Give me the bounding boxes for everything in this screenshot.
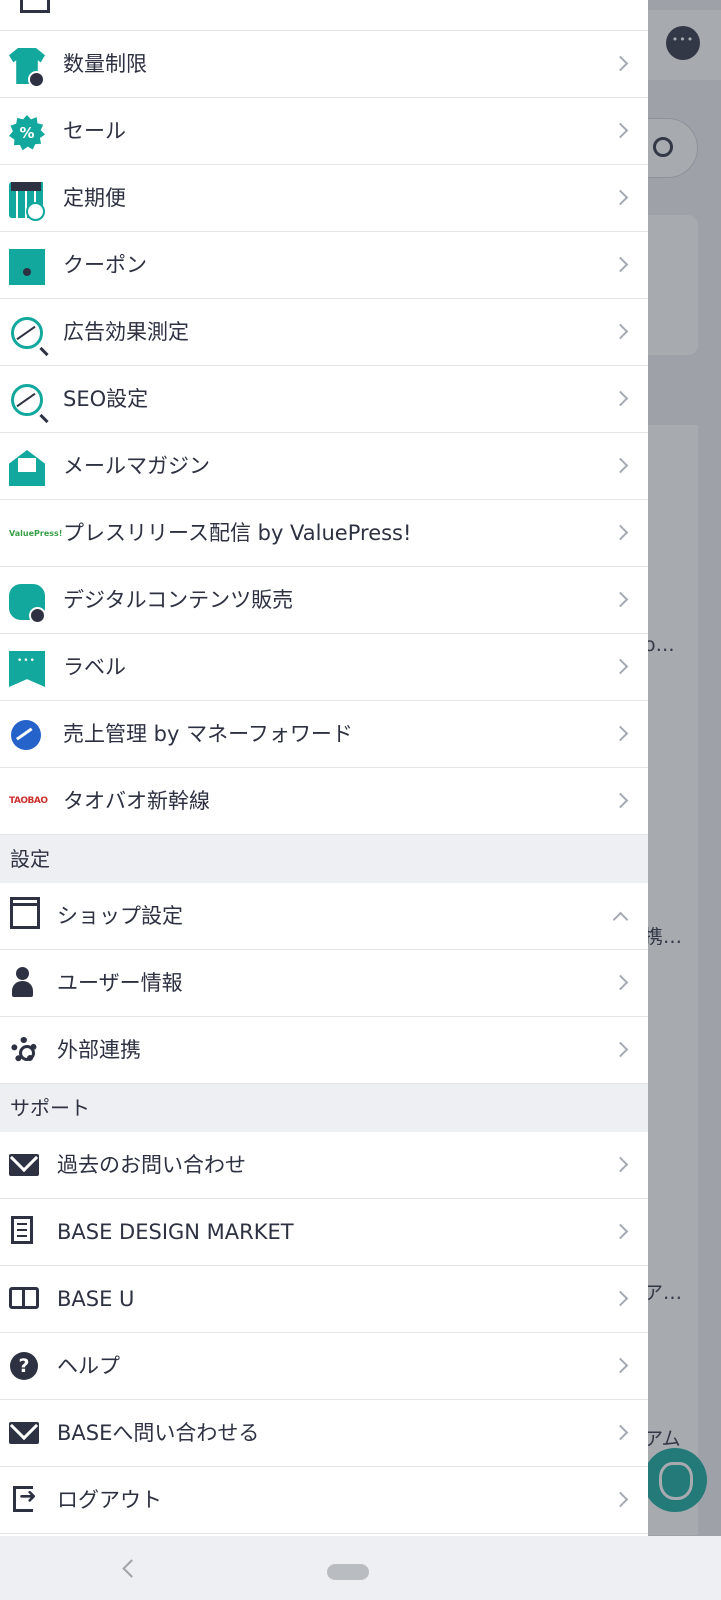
menu-item-external-integration[interactable]: 外部連携: [0, 1017, 648, 1084]
drawer-top-row[interactable]: [0, 0, 648, 31]
chevron-right-icon: [612, 1290, 629, 1307]
chevron-right-icon: [612, 1156, 629, 1173]
menu-item-shop-settings[interactable]: ショップ設定: [0, 883, 648, 950]
menu-item-quantity-limit[interactable]: 数量制限: [0, 31, 648, 98]
chevron-right-icon: [612, 1041, 629, 1058]
menu-item-past-inquiries[interactable]: 過去のお問い合わせ: [0, 1132, 648, 1199]
book-icon: [9, 1287, 39, 1309]
menu-item-label: ショップ設定: [57, 904, 183, 928]
chevron-up-icon: [612, 911, 629, 928]
chevron-right-icon: [612, 658, 629, 675]
chevron-right-icon: [612, 457, 629, 474]
badge-icon: [28, 71, 45, 88]
menu-item-label: BASE U: [57, 1287, 135, 1311]
user-icon: [16, 967, 29, 980]
store-icon: [10, 897, 40, 929]
user-icon-body: [12, 981, 33, 997]
gear-icon: [11, 1037, 37, 1063]
envelope-icon: [9, 1422, 39, 1444]
chevron-right-icon: [612, 323, 629, 340]
menu-item-label: SEO設定: [63, 387, 149, 411]
menu-item-label: 数量制限: [63, 52, 147, 76]
letter-paper: [18, 458, 36, 472]
menu-item-taobao[interactable]: TAOBAO タオバオ新幹線: [0, 768, 648, 835]
menu-item-seo[interactable]: SEO設定: [0, 366, 648, 433]
valuepress-logo: ValuePress!: [9, 529, 63, 538]
menu-item-label: 定期便: [63, 186, 126, 210]
logout-icon: [13, 1484, 37, 1512]
home-button[interactable]: [327, 1564, 369, 1580]
chevron-right-icon: [612, 256, 629, 273]
coupon-icon: [9, 249, 45, 285]
menu-item-press-release[interactable]: ValuePress! プレスリリース配信 by ValuePress!: [0, 500, 648, 567]
chevron-right-icon: [612, 1491, 629, 1508]
menu-item-label: ログアウト: [57, 1488, 162, 1512]
menu-item-label: プレスリリース配信 by ValuePress!: [63, 521, 412, 545]
section-title: 設定: [10, 847, 50, 871]
menu-item-label: 広告効果測定: [63, 320, 189, 344]
chevron-right-icon: [612, 55, 629, 72]
menu-item-sale[interactable]: % セール: [0, 98, 648, 165]
menu-item-label: タオバオ新幹線: [63, 789, 210, 813]
chevron-right-icon: [612, 1223, 629, 1240]
chevron-right-icon: [612, 524, 629, 541]
repeat-icon: [26, 202, 45, 221]
moneyforward-logo: [11, 720, 41, 750]
chevron-right-icon: [612, 189, 629, 206]
taobao-logo: TAOBAO: [9, 796, 48, 806]
percent-glyph: %: [19, 124, 35, 142]
menu-item-label: BASEへ問い合わせる: [57, 1421, 260, 1445]
coupon-dot: [23, 268, 31, 276]
section-header-support: サポート: [0, 1084, 648, 1132]
flag-dots: •••: [17, 656, 36, 666]
menu-item-label: デジタルコンテンツ販売: [63, 588, 294, 612]
chevron-right-icon: [612, 1357, 629, 1374]
chevron-right-icon: [612, 974, 629, 991]
chevron-right-icon: [612, 591, 629, 608]
menu-item-base-u[interactable]: BASE U: [0, 1266, 648, 1333]
chevron-right-icon: [612, 725, 629, 742]
menu-item-label-app[interactable]: ••• ラベル: [0, 634, 648, 701]
menu-item-label: クーポン: [63, 253, 147, 277]
menu-item-label: BASE DESIGN MARKET: [57, 1220, 294, 1244]
partial-icon: [20, 0, 50, 13]
menu-item-logout[interactable]: ログアウト: [0, 1467, 648, 1534]
chevron-right-icon: [612, 122, 629, 139]
menu-item-label: ラベル: [63, 655, 126, 679]
document-icon: [11, 1216, 33, 1244]
calendar-header: [11, 182, 41, 191]
chevron-right-icon: [612, 1424, 629, 1441]
navigation-drawer: 数量制限 % セール 定期便 クーポン 広告効果測定 SEO設定 メールマガジン: [0, 0, 648, 1536]
help-icon: ?: [10, 1352, 38, 1380]
menu-item-digital-content[interactable]: デジタルコンテンツ販売: [0, 567, 648, 634]
envelope-icon: [9, 1154, 39, 1176]
menu-item-design-market[interactable]: BASE DESIGN MARKET: [0, 1199, 648, 1266]
download-badge-icon: [29, 607, 46, 624]
menu-item-mail-magazine[interactable]: メールマガジン: [0, 433, 648, 500]
chevron-right-icon: [612, 390, 629, 407]
section-header-settings: 設定: [0, 835, 648, 883]
menu-item-sales-management[interactable]: 売上管理 by マネーフォワード: [0, 701, 648, 768]
menu-item-user-info[interactable]: ユーザー情報: [0, 950, 648, 1017]
section-title: サポート: [10, 1096, 90, 1120]
menu-item-label: 売上管理 by マネーフォワード: [63, 722, 353, 746]
menu-item-contact-base[interactable]: BASEへ問い合わせる: [0, 1400, 648, 1467]
menu-item-help[interactable]: ? ヘルプ: [0, 1333, 648, 1400]
menu-item-label: ユーザー情報: [57, 971, 183, 995]
menu-item-ad-tracking[interactable]: 広告効果測定: [0, 299, 648, 366]
menu-item-coupon[interactable]: クーポン: [0, 232, 648, 299]
menu-item-label: メールマガジン: [63, 454, 210, 478]
menu-item-label: 外部連携: [57, 1038, 141, 1062]
menu-item-label: セール: [63, 119, 126, 143]
menu-item-label: ヘルプ: [57, 1354, 120, 1378]
menu-item-subscription[interactable]: 定期便: [0, 165, 648, 232]
chevron-right-icon: [612, 792, 629, 809]
menu-item-label: 過去のお問い合わせ: [57, 1153, 246, 1177]
